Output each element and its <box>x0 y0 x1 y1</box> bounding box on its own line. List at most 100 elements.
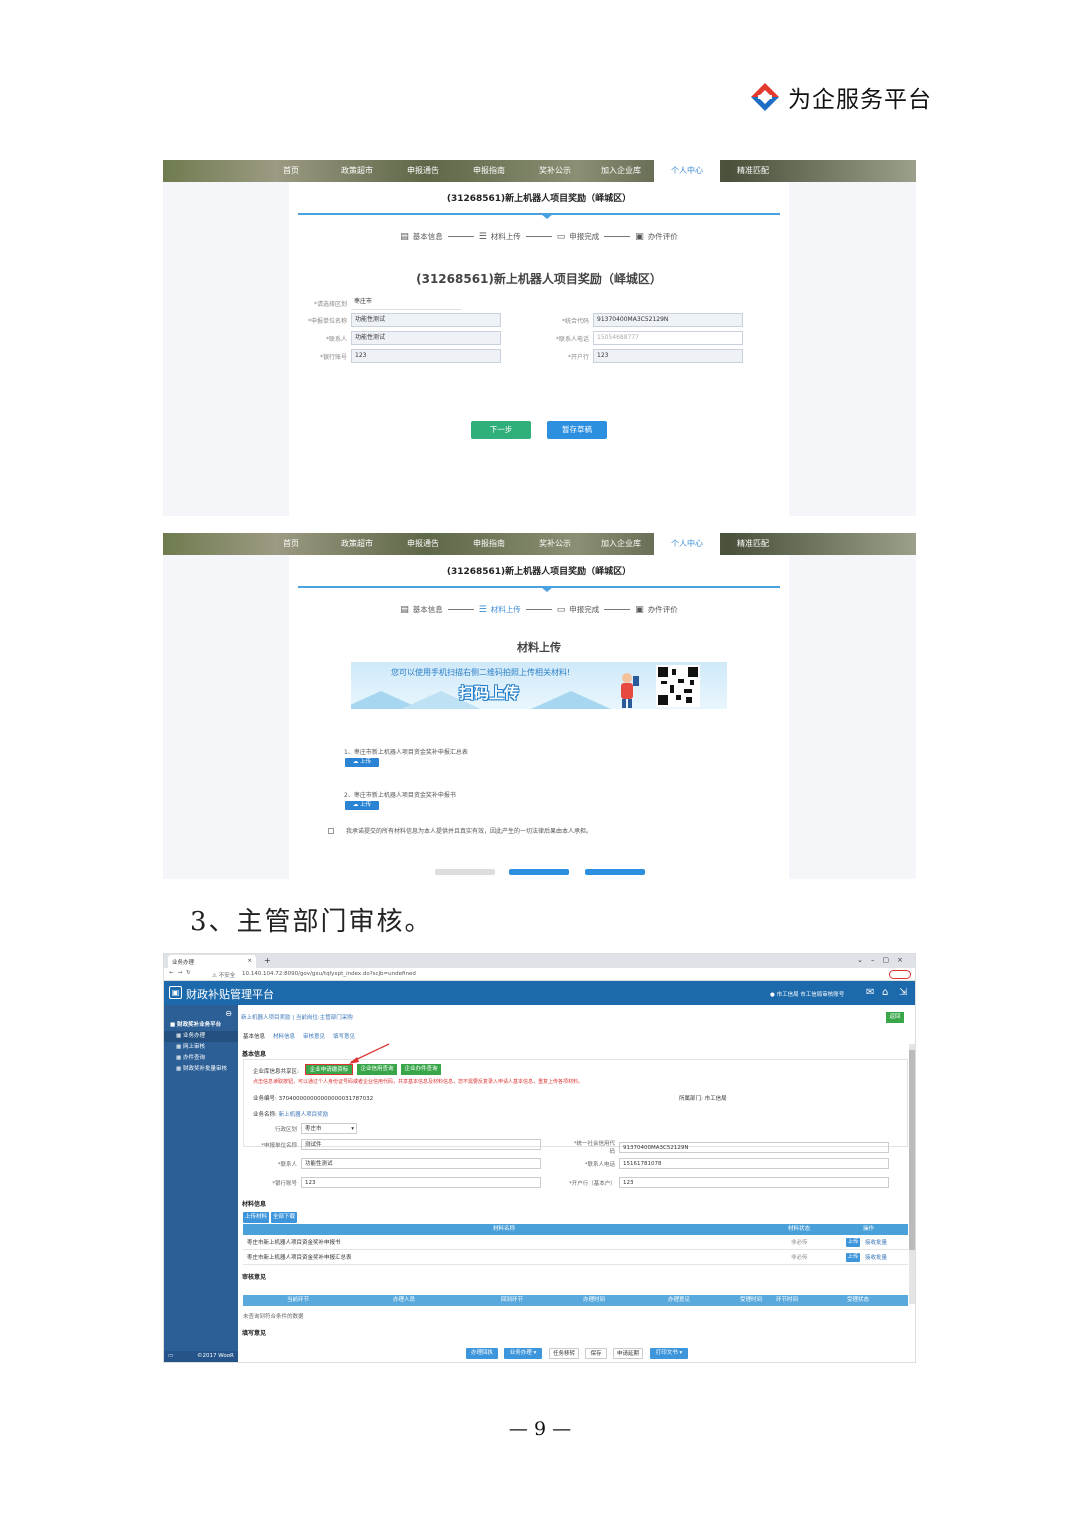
user-info[interactable]: ● 市工信局 市工信局审核账号 <box>770 990 844 998</box>
sidebar-item-query[interactable]: ▦ 办件查询 <box>164 1053 238 1064</box>
new-tab-icon[interactable]: + <box>264 956 271 965</box>
app-title: 财政补贴管理平台 <box>186 988 274 1001</box>
agreement-checkbox[interactable] <box>328 827 334 834</box>
extend-button[interactable]: 申请延期 <box>613 1348 643 1359</box>
nav-guide[interactable]: 申报指南 <box>456 533 522 555</box>
message-icon[interactable]: ✉ <box>866 987 874 998</box>
browser-tab[interactable]: 业务办理 × <box>168 955 256 968</box>
account-field[interactable]: 123 <box>593 349 743 363</box>
share-button-apply[interactable]: 企业申请缴资标 <box>305 1064 353 1075</box>
nav-policy[interactable]: 政策超市 <box>324 533 390 555</box>
save-button[interactable]: 保存 <box>585 1348 607 1359</box>
next-button[interactable]: 下一步 <box>471 421 531 439</box>
region-select[interactable]: 枣庄市 <box>351 296 461 310</box>
tab-fill[interactable]: 填写意见 <box>333 1032 355 1040</box>
save-draft-button[interactable]: 暂存草稿 <box>547 421 607 439</box>
section-heading: 3、主管部门审核。 <box>190 907 433 937</box>
credit-field[interactable]: 91370400MA3C52129N <box>593 313 743 327</box>
nav-notice[interactable]: 申报通告 <box>390 533 456 555</box>
unit-row: *申报单位名称 测试件 <box>253 1139 541 1150</box>
bank-field[interactable]: 123 <box>301 1177 541 1188</box>
account-row: *开户行 123 <box>541 349 743 363</box>
logout-icon[interactable]: ⇲ <box>899 987 907 998</box>
bank-field[interactable]: 123 <box>351 349 501 363</box>
evaluate-icon: ▣ <box>635 231 644 242</box>
step-basic: ▤ 基本信息 <box>400 604 443 615</box>
step-connector <box>525 609 552 610</box>
prev-button[interactable] <box>435 869 495 875</box>
nav-personal[interactable]: 个人中心 <box>654 533 720 555</box>
contact-field[interactable]: 功能性测试 <box>301 1158 541 1169</box>
tab-basic[interactable]: 基本信息 <box>243 1032 265 1040</box>
upload-materials-button[interactable]: 上传材料 <box>243 1212 269 1223</box>
phone-field[interactable]: 15161781078 <box>619 1158 889 1169</box>
person-phone-icon <box>621 673 639 708</box>
print-menu-button[interactable]: 打印文书 ▾ <box>650 1348 688 1359</box>
row-upload-button[interactable]: 上传 <box>846 1238 860 1247</box>
sidebar-item-review[interactable]: ▦ 网上审核 <box>164 1042 238 1053</box>
nav-home[interactable]: 首页 <box>258 533 324 555</box>
credit-row: *统合代码 91370400MA3C52129N <box>541 313 743 327</box>
nav-notice[interactable]: 申报通告 <box>390 160 456 182</box>
tab-materials[interactable]: 材料信息 <box>273 1032 295 1040</box>
table-row: 枣庄市新上机器人项目资金奖补申报汇总表 非必传 上传 接收批量 <box>243 1251 908 1265</box>
phone-field[interactable]: 15054688777 <box>593 331 743 345</box>
receipt-button[interactable]: 办理回执 <box>466 1348 498 1359</box>
row-upload-button[interactable]: 上传 <box>846 1253 860 1262</box>
upload-panel: (31268561)新上机器人项目奖励（峄城区） ▤ 基本信息 ☰ 材料上传 ▭ 申报… <box>289 555 789 879</box>
nav-policy[interactable]: 政策超市 <box>324 160 390 182</box>
account-row: *开户行（基本户） 123 <box>569 1177 889 1188</box>
nav-publicity[interactable]: 奖补公示 <box>522 160 588 182</box>
save-button[interactable] <box>509 869 569 875</box>
nav-publicity[interactable]: 奖补公示 <box>522 533 588 555</box>
step-upload: ☰ 材料上传 <box>478 604 521 615</box>
fill-heading: 填写意见 <box>242 1330 267 1337</box>
home-icon[interactable]: ⌂ <box>882 987 888 998</box>
sidebar-group[interactable]: ■ 财政奖补业务平台 <box>164 1020 238 1031</box>
account-field[interactable]: 123 <box>619 1177 889 1188</box>
row-receive-link[interactable]: 接收批量 <box>865 1251 887 1265</box>
bank-row: *银行账号 123 <box>299 349 501 363</box>
tab-review[interactable]: 审核意见 <box>303 1032 325 1040</box>
nav-personal[interactable]: 个人中心 <box>654 160 720 182</box>
sidebar-item-business[interactable]: ▦ 业务办理 <box>164 1031 238 1042</box>
window-controls[interactable]: ⌄–▢× <box>857 956 911 964</box>
banner-hint: 您可以使用手机扫描右侧二维码拍照上传相关材料! <box>391 668 571 677</box>
step-upload: ☰ 材料上传 <box>478 231 521 242</box>
close-icon[interactable]: × <box>247 958 252 965</box>
credit-field[interactable]: 91370400MA3C52129N <box>619 1141 889 1153</box>
submit-button[interactable] <box>585 869 645 875</box>
upload-button[interactable]: ☁ 上传 <box>345 758 379 767</box>
footer: ▭ ©2017 WooR <box>164 1351 238 1362</box>
row-receive-link[interactable]: 接收批量 <box>865 1236 887 1250</box>
nav-join[interactable]: 加入企业库 <box>588 533 654 555</box>
url-field[interactable]: 10.140.104.72:8090/gov/gxu/tqlyxpt_index… <box>242 971 416 977</box>
scrollbar[interactable] <box>909 1044 915 1304</box>
collapse-icon[interactable]: ⊖ <box>164 1005 238 1020</box>
nav-home[interactable]: 首页 <box>258 160 324 182</box>
nav-join[interactable]: 加入企业库 <box>588 160 654 182</box>
unit-field[interactable]: 测试件 <box>301 1139 541 1150</box>
review-main: 新上机器人项目奖励 | 当前岗位:主管部门采购 返回 基本信息 材料信息 审核意… <box>239 1005 908 1362</box>
nav-match[interactable]: 精准匹配 <box>720 160 786 182</box>
business-menu-button[interactable]: 业务办理 ▾ <box>504 1348 542 1359</box>
share-button-credit[interactable]: 企业信用查询 <box>357 1064 397 1075</box>
title-divider <box>298 213 780 219</box>
step-indicator: ▤ 基本信息 ☰ 材料上传 ▭ 申报完成 ▣ 办件评价 <box>289 231 789 242</box>
contact-field[interactable]: 功能性测试 <box>351 331 501 345</box>
nav-match[interactable]: 精准匹配 <box>720 533 786 555</box>
profile-icon[interactable] <box>889 970 911 979</box>
phone-row: *联系人电话 15054688777 <box>541 331 743 345</box>
return-button[interactable]: 返回 <box>886 1012 904 1023</box>
nav-arrows-icon[interactable]: ←→↻ <box>169 970 195 976</box>
download-all-button[interactable]: 全部下载 <box>271 1212 297 1223</box>
tab-bar: 基本信息 材料信息 审核意见 填写意见 <box>243 1032 355 1040</box>
sidebar-item-batch[interactable]: ▦ 财政奖补批量审核 <box>164 1064 238 1075</box>
transfer-button[interactable]: 任务移转 <box>549 1348 579 1359</box>
nav-guide[interactable]: 申报指南 <box>456 160 522 182</box>
mountain-decor <box>531 691 611 709</box>
unit-field[interactable]: 功能性测试 <box>351 313 501 327</box>
district-select[interactable]: 枣庄市 ▾ <box>301 1123 357 1134</box>
upload-button[interactable]: ☁ 上传 <box>345 801 379 810</box>
share-button-case[interactable]: 企业办件查询 <box>401 1064 441 1075</box>
